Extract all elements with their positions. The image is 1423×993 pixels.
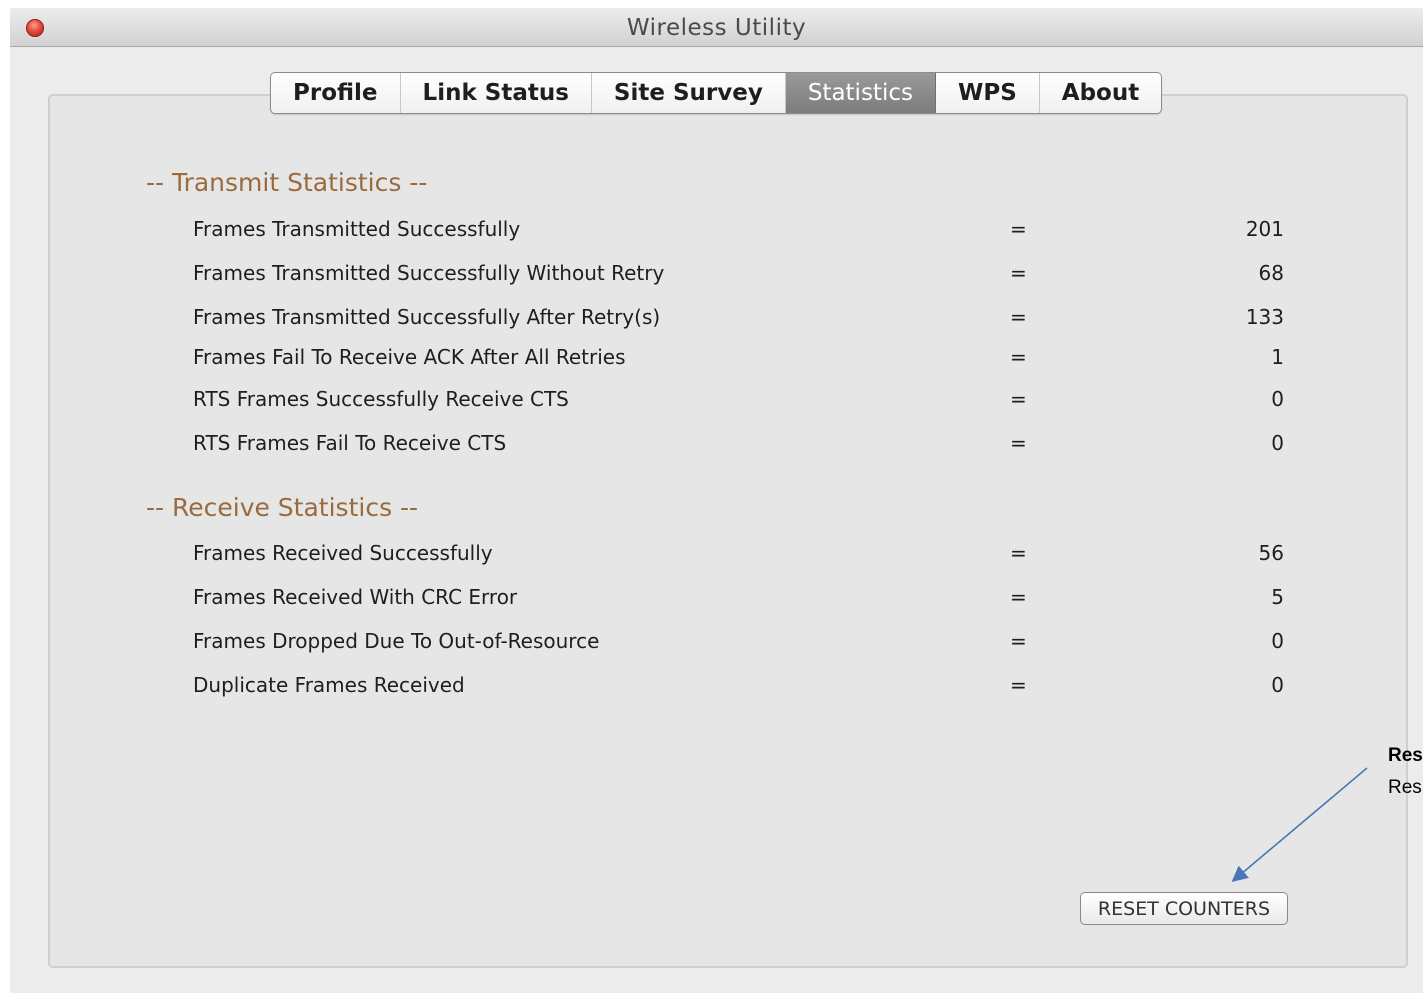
stat-value: 56	[1258, 541, 1284, 565]
stat-row: Frames Transmitted Successfully Without …	[10, 261, 1310, 291]
transmit-statistics-heading: -- Transmit Statistics --	[146, 168, 428, 197]
equals-sign: =	[1010, 345, 1027, 369]
tab-statistics[interactable]: Statistics	[785, 73, 936, 113]
stat-label: Frames Dropped Due To Out-of-Resource	[193, 629, 600, 653]
window-title: Wireless Utility	[626, 15, 807, 41]
annotation-title: Res	[1388, 745, 1423, 766]
tab-about[interactable]: About	[1040, 73, 1161, 113]
stat-value: 0	[1271, 431, 1284, 455]
equals-sign: =	[1010, 629, 1027, 653]
tab-bar: Profile Link Status Site Survey Statisti…	[270, 72, 1163, 114]
stat-row: Frames Received With CRC Error = 5	[10, 585, 1310, 615]
stat-row: Frames Dropped Due To Out-of-Resource = …	[10, 629, 1310, 659]
stat-row: Frames Received Successfully = 56	[10, 541, 1310, 571]
stat-row: Duplicate Frames Received = 0	[10, 673, 1310, 703]
stat-value: 201	[1245, 217, 1284, 241]
stat-label: Frames Received Successfully	[193, 541, 493, 565]
stat-label: Frames Transmitted Successfully	[193, 217, 521, 241]
stat-row: Frames Transmitted Successfully = 201	[10, 217, 1310, 247]
stat-label: Frames Fail To Receive ACK After All Ret…	[193, 345, 626, 369]
equals-sign: =	[1010, 585, 1027, 609]
stat-label: Duplicate Frames Received	[193, 673, 465, 697]
annotation-body: Res	[1388, 777, 1422, 798]
stat-value: 133	[1245, 305, 1284, 329]
tab-wps[interactable]: WPS	[936, 73, 1040, 113]
equals-sign: =	[1010, 387, 1027, 411]
reset-counters-button[interactable]: RESET COUNTERS	[1080, 892, 1288, 925]
stat-label: Frames Transmitted Successfully After Re…	[193, 305, 661, 329]
wireless-utility-window: Wireless Utility Profile Link Status Sit…	[10, 8, 1423, 993]
stat-label: Frames Received With CRC Error	[193, 585, 518, 609]
tab-profile[interactable]: Profile	[271, 73, 401, 113]
stat-value: 0	[1271, 629, 1284, 653]
stat-label: RTS Frames Successfully Receive CTS	[193, 387, 569, 411]
stat-value: 1	[1271, 345, 1284, 369]
equals-sign: =	[1010, 217, 1027, 241]
tab-site-survey[interactable]: Site Survey	[592, 73, 786, 113]
receive-statistics-heading: -- Receive Statistics --	[146, 493, 419, 522]
stat-label: Frames Transmitted Successfully Without …	[193, 261, 665, 285]
stat-value: 0	[1271, 387, 1284, 411]
stat-row: RTS Frames Fail To Receive CTS = 0	[10, 431, 1310, 461]
equals-sign: =	[1010, 431, 1027, 455]
tab-link-status[interactable]: Link Status	[401, 73, 592, 113]
stat-row: Frames Transmitted Successfully After Re…	[10, 305, 1310, 335]
stat-label: RTS Frames Fail To Receive CTS	[193, 431, 507, 455]
equals-sign: =	[1010, 305, 1027, 329]
equals-sign: =	[1010, 673, 1027, 697]
equals-sign: =	[1010, 541, 1027, 565]
annotation-callout: Res Res	[1388, 745, 1423, 799]
stat-value: 5	[1271, 585, 1284, 609]
equals-sign: =	[1010, 261, 1027, 285]
stat-row: RTS Frames Successfully Receive CTS = 0	[10, 387, 1310, 417]
title-bar: Wireless Utility	[10, 8, 1423, 47]
stat-row: Frames Fail To Receive ACK After All Ret…	[10, 345, 1310, 375]
stat-value: 68	[1258, 261, 1284, 285]
stat-value: 0	[1271, 673, 1284, 697]
